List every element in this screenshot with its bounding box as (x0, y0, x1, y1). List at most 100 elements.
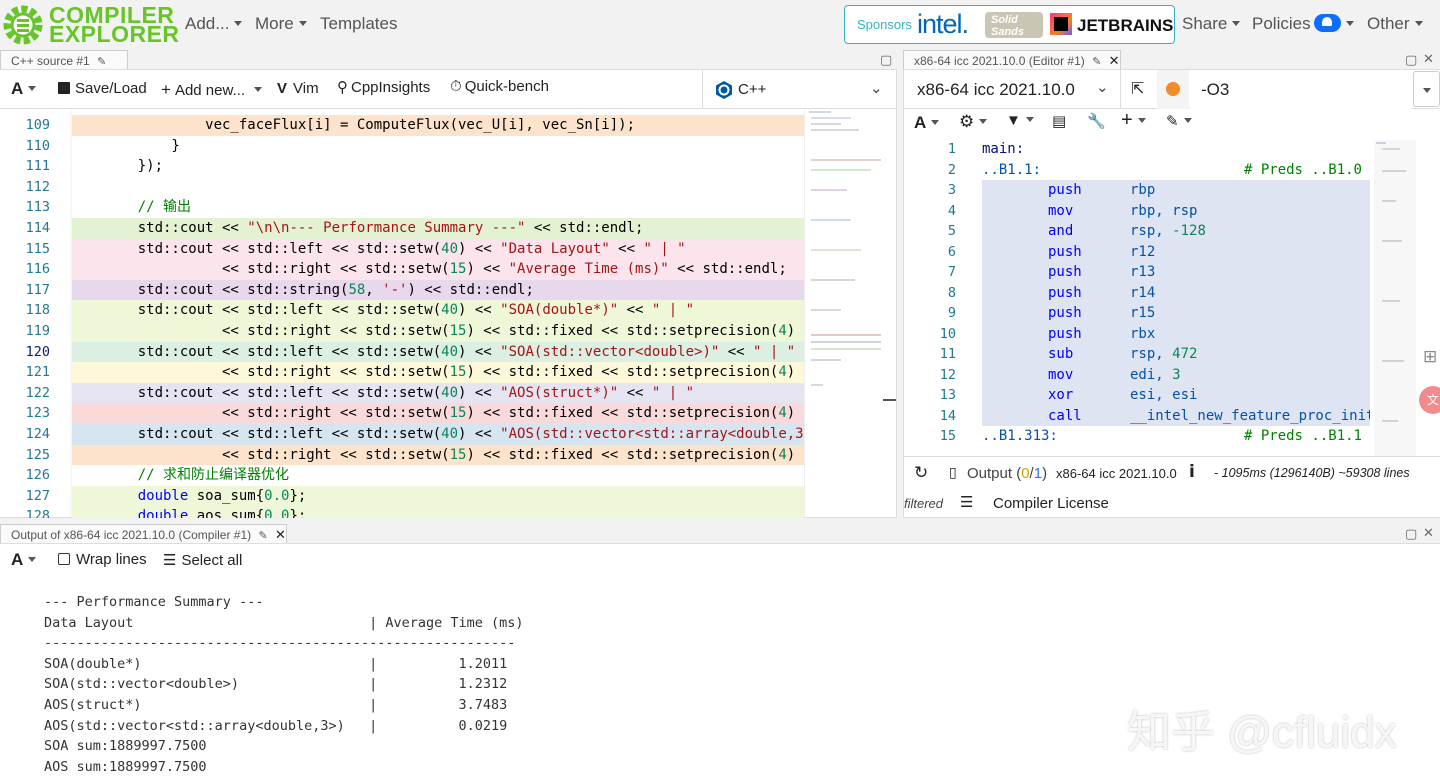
asm-line[interactable]: 5 and rsp, -128 (904, 221, 1370, 242)
asm-line[interactable]: 4 mov rbp, rsp (904, 200, 1370, 221)
font-size-icon[interactable]: A (11, 79, 36, 99)
code-editor[interactable]: 109 vec_faceFlux[i] = ComputeFlux(vec_U[… (0, 108, 804, 518)
sponsors-box[interactable]: Sponsors intel. Solid Sands JETBRAINS (844, 5, 1175, 44)
menu-share[interactable]: Share (1182, 14, 1240, 34)
code-line[interactable]: 112 (0, 177, 804, 198)
asm-line[interactable]: 10 push rbx (904, 323, 1370, 344)
jetbrains-logo[interactable]: JETBRAINS (1077, 16, 1173, 36)
output-count-button[interactable]: Output (0/1) (967, 465, 1047, 482)
add-tool-icon[interactable]: + (1121, 109, 1146, 132)
asm-line[interactable]: 1 main: (904, 139, 1370, 160)
editor-minimap[interactable] (804, 109, 896, 517)
save-load-button[interactable]: Save/Load (58, 80, 147, 97)
menu-policies[interactable]: Policies (1252, 14, 1354, 34)
code-text: std::cout << std::left << std::setw(40) … (104, 426, 804, 442)
code-line[interactable]: 120 std::cout << std::left << std::setw(… (0, 341, 804, 363)
asm-line[interactable]: 9 push r15 (904, 303, 1370, 324)
code-line[interactable]: 122 std::cout << std::left << std::setw(… (0, 382, 804, 404)
asm-line[interactable]: 8 push r14 (904, 282, 1370, 303)
asm-line[interactable]: 15 ..B1.313: # Preds ..B1.1 (904, 426, 1370, 447)
close-pane-icon[interactable]: ✕ (1423, 51, 1434, 67)
filter-icon[interactable]: ▼ (1006, 112, 1034, 129)
tab-output[interactable]: Output of x86-64 icc 2021.10.0 (Compiler… (0, 524, 287, 544)
line-number: 119 (25, 323, 50, 339)
maximize-icon[interactable]: ▢ (880, 52, 892, 68)
book-icon[interactable]: ▤ (1052, 112, 1066, 130)
code-line[interactable]: 121 << std::right << std::setw(15) << st… (0, 362, 804, 383)
code-line[interactable]: 124 std::cout << std::left << std::setw(… (0, 424, 804, 445)
minimap-slider[interactable] (883, 399, 896, 401)
edit-pencil-icon[interactable]: ✎ (258, 530, 267, 542)
select-all-button[interactable]: ☰ Select all (163, 551, 242, 569)
brush-icon[interactable]: ✎ (1166, 112, 1192, 130)
menu-add[interactable]: Add... (185, 14, 242, 34)
menu-more[interactable]: More (255, 14, 307, 34)
code-line[interactable]: 114 std::cout << "\n\n--- Performance Su… (0, 218, 804, 239)
font-size-icon[interactable]: A (914, 113, 939, 133)
code-line[interactable]: 110 } (0, 136, 804, 157)
code-line[interactable]: 127 double soa_sum{0.0}; (0, 485, 804, 507)
asm-line[interactable]: 3 push rbp (904, 180, 1370, 201)
compiler-options-input[interactable] (1190, 70, 1412, 109)
asm-line-number: 14 (939, 407, 956, 424)
tab-cpp-source[interactable]: C++ source #1 ✎ (0, 50, 128, 70)
asm-line[interactable]: 6 push r12 (904, 241, 1370, 262)
asm-line[interactable]: 12 mov edi, 3 (904, 364, 1370, 385)
asm-line[interactable]: 11 sub rsp, 472 (904, 344, 1370, 365)
close-icon[interactable]: ✕ (1109, 53, 1120, 68)
code-line[interactable]: 113 // 输出 (0, 197, 804, 218)
code-line[interactable]: 117 std::cout << std::string(58, '-') <<… (0, 279, 804, 301)
output-line: Data Layout | Average Time (ms) (44, 614, 524, 631)
code-line[interactable]: 115 std::cout << std::left << std::setw(… (0, 238, 804, 260)
maximize-icon[interactable]: ▢ (1405, 526, 1417, 542)
code-line[interactable]: 128 double aos_sum{0.0}; (0, 506, 804, 518)
compiler-license-link[interactable]: Compiler License (993, 495, 1109, 512)
line-highlight (72, 177, 804, 198)
asm-line[interactable]: 2 ..B1.1: # Preds ..B1.0 (904, 160, 1370, 181)
options-dropdown-button[interactable] (1413, 71, 1440, 107)
code-line[interactable]: 109 vec_faceFlux[i] = ComputeFlux(vec_U[… (0, 115, 804, 136)
close-icon[interactable]: ✕ (275, 527, 286, 542)
popout-icon[interactable]: ⇱ (1131, 79, 1144, 99)
wrap-lines-toggle[interactable]: Wrap lines (58, 551, 147, 568)
recompile-icon[interactable]: ↻ (914, 463, 928, 483)
compiler-info-button[interactable] (1157, 70, 1189, 109)
code-line[interactable]: 111 }); (0, 156, 804, 177)
font-size-icon[interactable]: A (11, 550, 36, 570)
add-new-button[interactable]: + Add new... (161, 80, 262, 100)
edit-pencil-icon[interactable]: ✎ (97, 56, 106, 68)
gear-icon[interactable]: ⚙ (959, 112, 987, 132)
qr-icon[interactable]: ⊞ (1423, 347, 1440, 367)
program-output[interactable]: --- Performance Summary --- Data Layout |… (44, 592, 524, 777)
info-icon[interactable]: ⅰ (1189, 462, 1195, 482)
code-line[interactable]: 119 << std::right << std::setw(15) << st… (0, 321, 804, 342)
code-line[interactable]: 125 << std::right << std::setw(15) << st… (0, 444, 804, 466)
code-line[interactable]: 116 << std::right << std::setw(15) << "A… (0, 259, 804, 280)
assembly-view[interactable]: 1 main: 2 ..B1.1: # Preds ..B1.0 3 push rbp 4 mov… (904, 139, 1370, 455)
maximize-icon[interactable]: ▢ (1405, 52, 1417, 68)
solid-sands-logo[interactable]: Solid Sands (985, 12, 1043, 38)
code-line[interactable]: 126 // 求和防止编译器优化 (0, 465, 804, 486)
asm-line[interactable]: 7 push r13 (904, 262, 1370, 283)
menu-templates[interactable]: Templates (320, 14, 397, 34)
compiler-selector[interactable]: x86-64 icc 2021.10.0 ⌄ (904, 70, 1121, 109)
compiler-explorer-logo[interactable]: COMPILER EXPLORER (2, 2, 179, 48)
asm-minimap-slider[interactable] (1374, 140, 1416, 456)
intel-logo[interactable]: intel. (917, 9, 969, 40)
asm-line[interactable]: 13 xor esi, esi (904, 385, 1370, 406)
edit-pencil-icon[interactable]: ✎ (1092, 56, 1101, 68)
tab-compiler[interactable]: x86-64 icc 2021.10.0 (Editor #1) ✎ ✕ (903, 50, 1121, 70)
code-line[interactable]: 118 std::cout << std::left << std::setw(… (0, 300, 804, 321)
menu-other[interactable]: Other (1367, 14, 1423, 34)
wrench-icon[interactable]: 🔧 (1087, 112, 1106, 130)
asm-line-number: 9 (947, 305, 956, 321)
checkbox-icon[interactable] (58, 553, 70, 565)
close-pane-icon[interactable]: ✕ (1423, 525, 1434, 541)
vim-button[interactable]: V Vim (277, 80, 319, 97)
asm-line[interactable]: 14 call __intel_new_feature_proc_init (904, 405, 1370, 426)
translate-icon[interactable]: 文 (1419, 386, 1440, 414)
cppinsights-button[interactable]: ⚲ CppInsights (337, 78, 430, 96)
language-selector[interactable]: C++ ⌄ (702, 70, 896, 109)
code-line[interactable]: 123 << std::right << std::setw(15) << st… (0, 403, 804, 424)
quick-bench-button[interactable]: ⏱ Quick-bench (450, 78, 549, 95)
